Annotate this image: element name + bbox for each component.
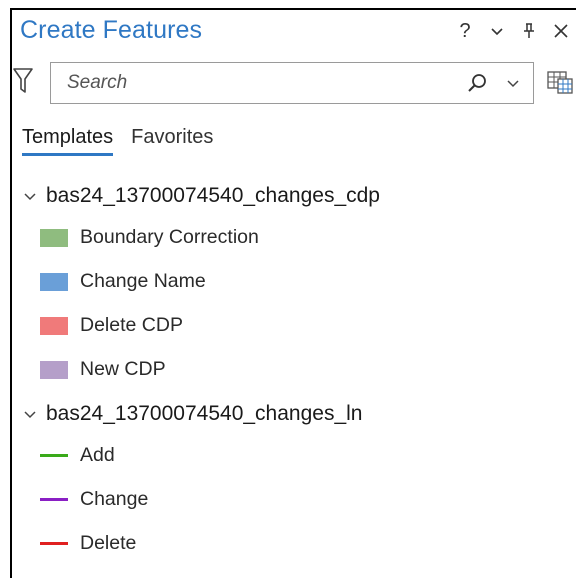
- chevron-down-icon: [24, 411, 36, 419]
- line-swatch-icon: [40, 454, 68, 457]
- line-swatch-icon: [40, 498, 68, 501]
- template-label: New CDP: [80, 358, 166, 380]
- group-header-changes-cdp[interactable]: bas24_13700074540_changes_cdp: [22, 184, 380, 208]
- pane-actions: ?: [456, 16, 570, 46]
- close-icon[interactable]: [552, 23, 570, 39]
- group-name: bas24_13700074540_changes_ln: [46, 402, 363, 425]
- tab-templates[interactable]: Templates: [22, 126, 114, 156]
- template-label: Add: [80, 444, 115, 466]
- pane-title-bar: Create Features: [20, 14, 202, 46]
- pane-title: Create Features: [20, 15, 203, 44]
- template-label: Delete CDP: [80, 314, 183, 336]
- line-swatch-icon: [40, 542, 68, 545]
- search-icon[interactable]: [467, 72, 489, 94]
- pin-icon[interactable]: [520, 22, 538, 40]
- filter-icon[interactable]: [12, 66, 34, 96]
- options-chevron-icon[interactable]: [488, 23, 506, 39]
- polygon-swatch-icon: [40, 272, 68, 291]
- group-name: bas24_13700074540_changes_cdp: [46, 184, 380, 207]
- manage-templates-icon[interactable]: [546, 68, 574, 96]
- template-new-cdp[interactable]: New CDP: [40, 358, 166, 381]
- polygon-swatch-icon: [40, 360, 68, 379]
- chevron-down-icon[interactable]: [505, 75, 521, 91]
- template-add[interactable]: Add: [40, 444, 115, 467]
- search-input[interactable]: [65, 71, 429, 95]
- search-box: [50, 62, 534, 104]
- group-header-changes-ln[interactable]: bas24_13700074540_changes_ln: [22, 402, 362, 426]
- template-change[interactable]: Change: [40, 488, 148, 511]
- polygon-swatch-icon: [40, 228, 68, 247]
- template-delete[interactable]: Delete: [40, 532, 136, 555]
- template-delete-cdp[interactable]: Delete CDP: [40, 314, 183, 337]
- template-label: Boundary Correction: [80, 226, 259, 248]
- template-label: Change Name: [80, 270, 206, 292]
- help-button[interactable]: ?: [456, 20, 474, 43]
- chevron-down-icon: [24, 193, 36, 201]
- template-label: Delete: [80, 532, 137, 554]
- tab-bar: Templates Favorites: [22, 126, 213, 156]
- template-boundary-correction[interactable]: Boundary Correction: [40, 226, 259, 249]
- tab-favorites[interactable]: Favorites: [131, 126, 213, 156]
- template-change-name[interactable]: Change Name: [40, 270, 206, 293]
- template-label: Change: [80, 488, 149, 510]
- polygon-swatch-icon: [40, 316, 68, 335]
